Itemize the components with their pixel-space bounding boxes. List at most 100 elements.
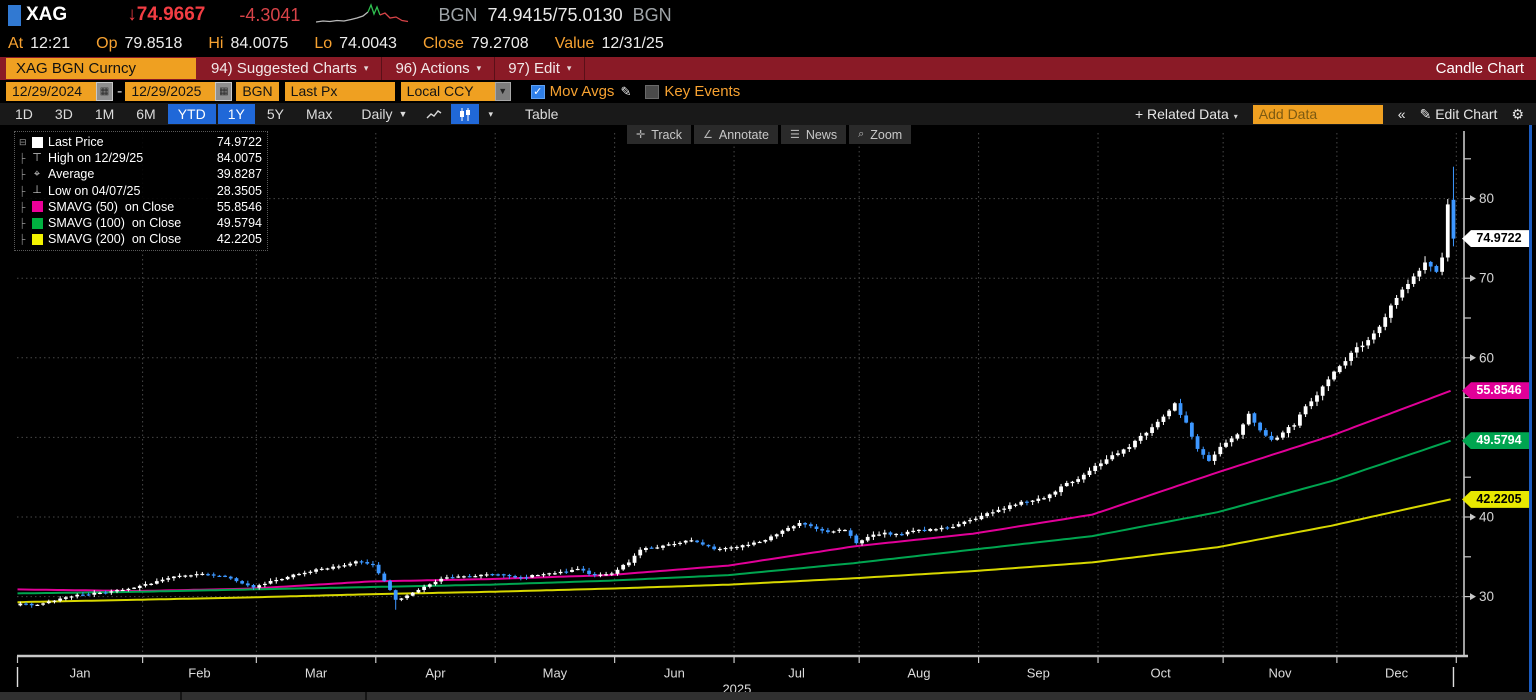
field-select[interactable]: Last Px — [284, 82, 395, 101]
svg-text:Nov: Nov — [1268, 666, 1292, 681]
gear-icon[interactable]: ⚙ — [1511, 106, 1524, 123]
ohlc-stats-bar: At 12:21 Op 79.8518 Hi 84.0075 Lo 74.0043 Close 7… — [0, 30, 1536, 57]
chart-legend[interactable]: ⊟ Last Price 74.9722 ├ ⊤ High on 12/29/25 84.0… — [14, 131, 268, 252]
smavg100-badge: 49.5794 — [1462, 432, 1529, 450]
stat-close: Close 79.2708 — [422, 34, 529, 52]
svg-text:30: 30 — [1479, 589, 1494, 604]
svg-text:Mar: Mar — [305, 666, 328, 681]
edit-chart-button[interactable]: ✎ Edit Chart — [1420, 106, 1498, 123]
date-from-input[interactable]: 12/29/2024 — [6, 82, 96, 101]
bloomberg-terminal-window: { "quote_bar": { "ticker": "XAG", "arrow… — [0, 0, 1536, 700]
ticker-symbol[interactable]: XAG — [26, 4, 67, 26]
period-button-1y[interactable]: 1Y — [217, 104, 255, 124]
legend-row-1[interactable]: ├ ⊤ High on 12/29/25 84.0075 — [19, 150, 262, 166]
legend-row-2[interactable]: ├ ⌖ Average 39.8287 — [19, 166, 262, 182]
svg-text:40: 40 — [1479, 510, 1494, 525]
source-label-left: BGN — [438, 4, 478, 25]
annotate-icon: ∠ — [703, 129, 713, 141]
controls-bar: 12/29/2024 ▦ - 12/29/2025 ▦ BGN Last Px … — [0, 80, 1536, 103]
stat-value: Value 12/31/25 — [554, 34, 664, 52]
stat-at: At 12:21 — [8, 34, 71, 52]
legend-row-0[interactable]: ⊟ Last Price 74.9722 — [19, 134, 262, 150]
legend-marker: ⊤ — [32, 151, 42, 164]
svg-text:70: 70 — [1479, 271, 1494, 286]
chevron-down-icon[interactable]: ▼ — [494, 82, 511, 101]
news-button[interactable]: ☰ News — [780, 125, 847, 144]
toolbar-right: + Related Data ▾ Add Data « ✎ Edit Chart … — [1128, 103, 1536, 125]
bid-ask: 74.9415/75.0130 — [487, 4, 623, 25]
legend-marker: ⌖ — [33, 167, 41, 180]
add-data-input[interactable]: Add Data — [1252, 104, 1383, 124]
calendar-icon[interactable]: ▦ — [215, 82, 233, 101]
svg-text:Feb: Feb — [188, 666, 210, 681]
chart-overlay-toolbar: ✛ Track ∠ Annotate ☰ News ⌕ Zoom — [627, 125, 912, 144]
date-range-separator: - — [117, 82, 123, 100]
candle-chart-icon[interactable] — [451, 104, 480, 124]
security-field[interactable]: XAG BGN Curncy — [6, 58, 196, 79]
key-events-checkbox[interactable] — [645, 84, 660, 99]
svg-text:60: 60 — [1479, 350, 1494, 365]
svg-text:Jan: Jan — [70, 666, 91, 681]
chart-region: Jan Feb Mar Apr May Jun Jul Aug Sep Oct Nov Dec 2025… — [0, 125, 1536, 700]
last-price: 74.9667 — [136, 4, 206, 25]
svg-text:Sep: Sep — [1027, 666, 1050, 681]
chart-toolbar: 1D 3D 1M 6M YTD 1Y 5Y Max Daily ▼ ▾ Table + Rela… — [0, 103, 1536, 125]
zoom-icon: ⌕ — [858, 128, 865, 140]
svg-text:Jun: Jun — [664, 666, 685, 681]
table-button[interactable]: Table — [515, 104, 568, 124]
period-button-1m[interactable]: 1M — [85, 104, 124, 124]
legend-marker — [31, 201, 43, 213]
svg-text:Apr: Apr — [425, 666, 446, 681]
frequency-select[interactable]: Daily ▼ — [351, 104, 417, 124]
legend-marker — [31, 217, 43, 229]
pencil-icon[interactable]: ✎ — [620, 84, 631, 100]
track-button[interactable]: ✛ Track — [627, 125, 692, 144]
bottom-strip — [0, 692, 1536, 700]
legend-row-3[interactable]: ├ ⊥ Low on 04/07/25 28.3505 — [19, 183, 262, 199]
legend-row-4[interactable]: ├ SMAVG (50) on Close 55.8546 — [19, 199, 262, 215]
mov-avgs-label: Mov Avgs — [549, 83, 615, 100]
currency-select[interactable]: Local CCY — [400, 82, 495, 101]
zoom-button[interactable]: ⌕ Zoom — [849, 125, 912, 144]
stat-lo: Lo 74.0043 — [314, 34, 397, 52]
calendar-icon[interactable]: ▦ — [96, 82, 113, 101]
annotate-button[interactable]: ∠ Annotate — [694, 125, 778, 144]
news-icon: ☰ — [789, 129, 800, 141]
svg-text:Oct: Oct — [1150, 666, 1171, 681]
key-events-label: Key Events — [664, 83, 741, 100]
related-data-button[interactable]: + Related Data ▾ — [1135, 106, 1238, 122]
last-price-arrow-icon: ↓ — [127, 4, 137, 25]
stat-op: Op 79.8518 — [96, 34, 183, 52]
collapse-panel-button[interactable]: « — [1398, 106, 1406, 122]
menu-items: 94) Suggested Charts ▾ 96) Actions ▾ 97) Edi… — [198, 57, 586, 80]
track-icon: ✛ — [636, 129, 646, 141]
panel-right-border — [1529, 125, 1532, 692]
intraday-sparkline — [316, 3, 409, 23]
period-button-6m[interactable]: 6M — [126, 104, 165, 124]
mov-avgs-checkbox[interactable]: ✓ — [530, 84, 545, 99]
price-change: -4.3041 — [239, 4, 301, 25]
legend-row-6[interactable]: ├ SMAVG (200) on Close 42.2205 — [19, 231, 262, 247]
period-buttons: 1D 3D 1M 6M YTD 1Y 5Y Max — [4, 104, 343, 124]
menu-item-actions[interactable]: 96) Actions ▾ — [382, 57, 496, 80]
legend-row-5[interactable]: ├ SMAVG (100) on Close 49.5794 — [19, 215, 262, 231]
legend-marker — [31, 136, 43, 148]
menu-item-edit[interactable]: 97) Edit ▾ — [495, 57, 586, 80]
period-button-5y[interactable]: 5Y — [257, 104, 294, 124]
stat-hi: Hi 84.0075 — [208, 34, 289, 52]
line-chart-icon[interactable] — [419, 104, 449, 124]
chart-type-dropdown[interactable]: ▾ — [481, 104, 500, 124]
svg-text:Aug: Aug — [907, 666, 930, 681]
period-button-3d[interactable]: 3D — [45, 104, 83, 124]
period-button-ytd[interactable]: YTD — [167, 104, 216, 124]
ticker-color-square — [8, 4, 21, 26]
period-button-max[interactable]: Max — [296, 104, 342, 124]
last-price-badge: 74.9722 — [1462, 230, 1529, 248]
svg-text:Dec: Dec — [1385, 666, 1409, 681]
menu-item-suggested-charts[interactable]: 94) Suggested Charts ▾ — [198, 57, 383, 80]
smavg50-badge: 55.8546 — [1462, 382, 1529, 400]
legend-marker: ⊥ — [32, 184, 42, 197]
date-to-input[interactable]: 12/29/2025 — [125, 82, 216, 101]
period-button-1d[interactable]: 1D — [5, 104, 43, 124]
price-source-select[interactable]: BGN — [236, 82, 279, 101]
